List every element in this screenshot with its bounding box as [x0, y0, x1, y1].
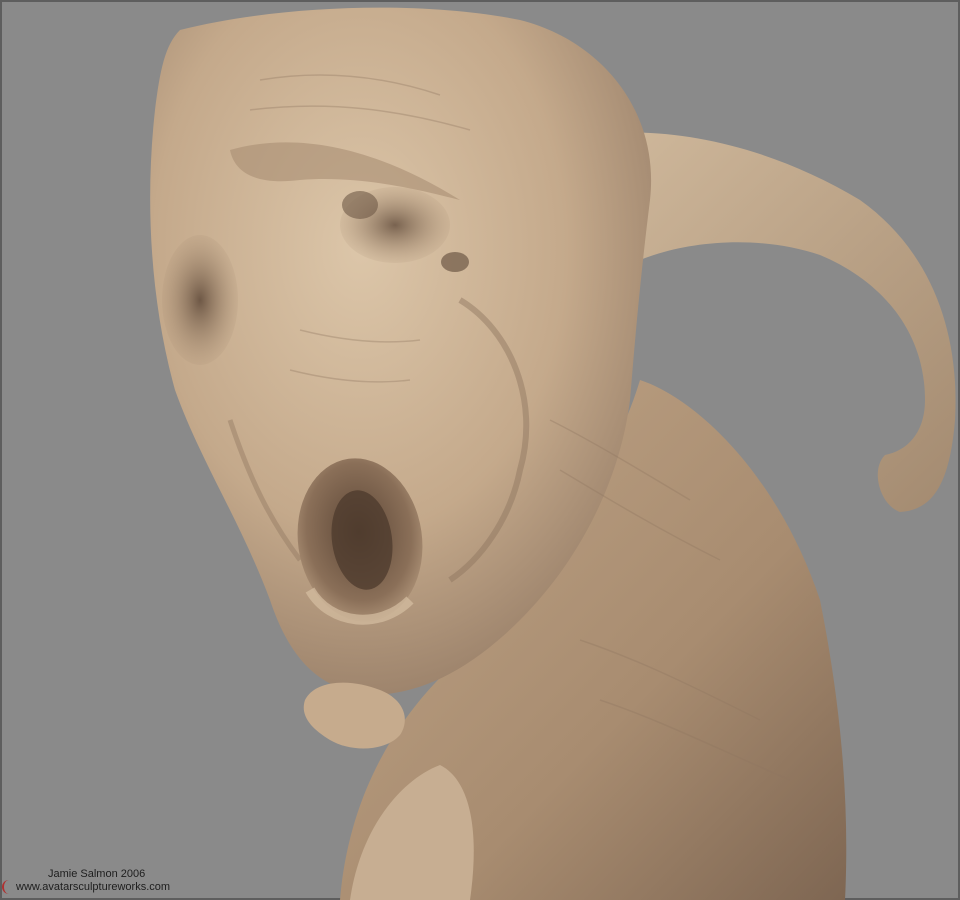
corner-logo-mark [2, 880, 12, 894]
creature-sculpt-render [150, 7, 956, 900]
artist-credit: Jamie Salmon 2006 www.avatarsculpturewor… [16, 868, 170, 894]
render-viewport: Jamie Salmon 2006 www.avatarsculpturewor… [0, 0, 960, 900]
nasal-pit [441, 252, 469, 272]
nasal-pit [342, 191, 378, 219]
credit-author: Jamie Salmon 2006 [48, 868, 146, 880]
credit-website: www.avatarsculptureworks.com [16, 881, 171, 893]
left-eye-socket [162, 235, 238, 365]
